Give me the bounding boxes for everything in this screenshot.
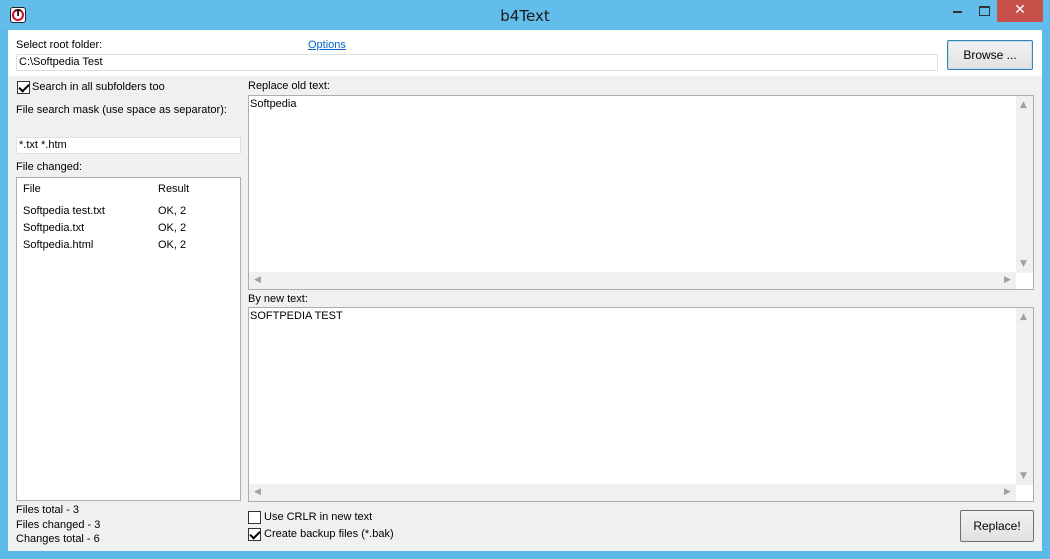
search-mask-input[interactable]: *.txt *.htm	[16, 137, 241, 154]
scroll-left-icon[interactable]: ◀	[254, 275, 261, 285]
replace-new-label: By new text:	[248, 293, 308, 305]
create-backup-label: Create backup files (*.bak)	[264, 528, 394, 540]
result-cell: OK, 2	[158, 222, 187, 234]
app-window: T b4Text ✕ Select root folder: Options C…	[0, 0, 1050, 559]
scroll-up-icon[interactable]: ▲	[1020, 312, 1027, 322]
use-crlr-checkbox[interactable]	[248, 511, 261, 524]
files-changed-status: Files changed - 3	[16, 519, 101, 531]
search-mask-label: File search mask (use space as separator…	[16, 104, 227, 116]
replace-old-text: Softpedia	[250, 98, 297, 110]
scroll-up-icon[interactable]: ▲	[1020, 100, 1027, 110]
close-button[interactable]: ✕	[997, 0, 1043, 22]
files-total-status: Files total - 3	[16, 504, 79, 516]
scroll-down-icon[interactable]: ▼	[1020, 259, 1027, 269]
browse-button[interactable]: Browse ...	[947, 40, 1033, 70]
client-area: Select root folder: Options C:\Softpedia…	[8, 30, 1042, 551]
title-bar[interactable]: T b4Text ✕	[0, 0, 1050, 30]
vertical-scrollbar[interactable]: ▲ ▼	[1016, 308, 1033, 485]
horizontal-scrollbar[interactable]: ◀ ▶	[249, 272, 1016, 289]
file-cell: Softpedia.txt	[23, 222, 85, 234]
scroll-left-icon[interactable]: ◀	[254, 487, 261, 497]
use-crlr-label: Use CRLR in new text	[264, 511, 373, 523]
changes-total-status: Changes total - 6	[16, 533, 100, 545]
replace-old-label: Replace old text:	[248, 80, 330, 92]
table-row[interactable]: Softpedia test.txt OK, 2	[17, 204, 240, 221]
vertical-scrollbar[interactable]: ▲ ▼	[1016, 96, 1033, 273]
result-cell: OK, 2	[158, 205, 187, 217]
table-row[interactable]: Softpedia.html OK, 2	[17, 238, 240, 255]
result-cell: OK, 2	[158, 239, 187, 251]
options-link[interactable]: Options	[308, 39, 346, 51]
maximize-icon[interactable]	[970, 0, 997, 22]
close-icon: ✕	[1014, 2, 1026, 18]
file-changed-label: File changed:	[16, 161, 83, 173]
file-cell: Softpedia.html	[23, 239, 94, 251]
root-folder-input[interactable]: C:\Softpedia Test	[16, 54, 938, 71]
create-backup-checkbox[interactable]	[248, 528, 261, 541]
search-subfolders-checkbox[interactable]	[17, 81, 30, 94]
file-cell: Softpedia test.txt	[23, 205, 105, 217]
column-header-result[interactable]: Result	[158, 183, 189, 195]
list-header: File Result	[17, 178, 240, 200]
horizontal-scrollbar[interactable]: ◀ ▶	[249, 484, 1016, 501]
replace-new-text: SOFTPEDIA TEST	[250, 310, 343, 322]
search-subfolders-label: Search in all subfolders too	[32, 81, 165, 93]
root-folder-label: Select root folder:	[16, 39, 103, 51]
file-changed-list[interactable]: File Result Softpedia test.txt OK, 2 Sof…	[16, 177, 241, 501]
scroll-right-icon[interactable]: ▶	[1004, 487, 1011, 497]
column-header-file[interactable]: File	[23, 183, 41, 195]
replace-new-textarea[interactable]: SOFTPEDIA TEST ▲ ▼ ◀ ▶	[248, 307, 1034, 502]
replace-button[interactable]: Replace!	[960, 510, 1034, 542]
scroll-down-icon[interactable]: ▼	[1020, 471, 1027, 481]
window-title: b4Text	[500, 7, 550, 25]
scroll-right-icon[interactable]: ▶	[1004, 275, 1011, 285]
minimize-icon[interactable]	[944, 0, 970, 22]
table-row[interactable]: Softpedia.txt OK, 2	[17, 221, 240, 238]
replace-old-textarea[interactable]: Softpedia ▲ ▼ ◀ ▶	[248, 95, 1034, 290]
